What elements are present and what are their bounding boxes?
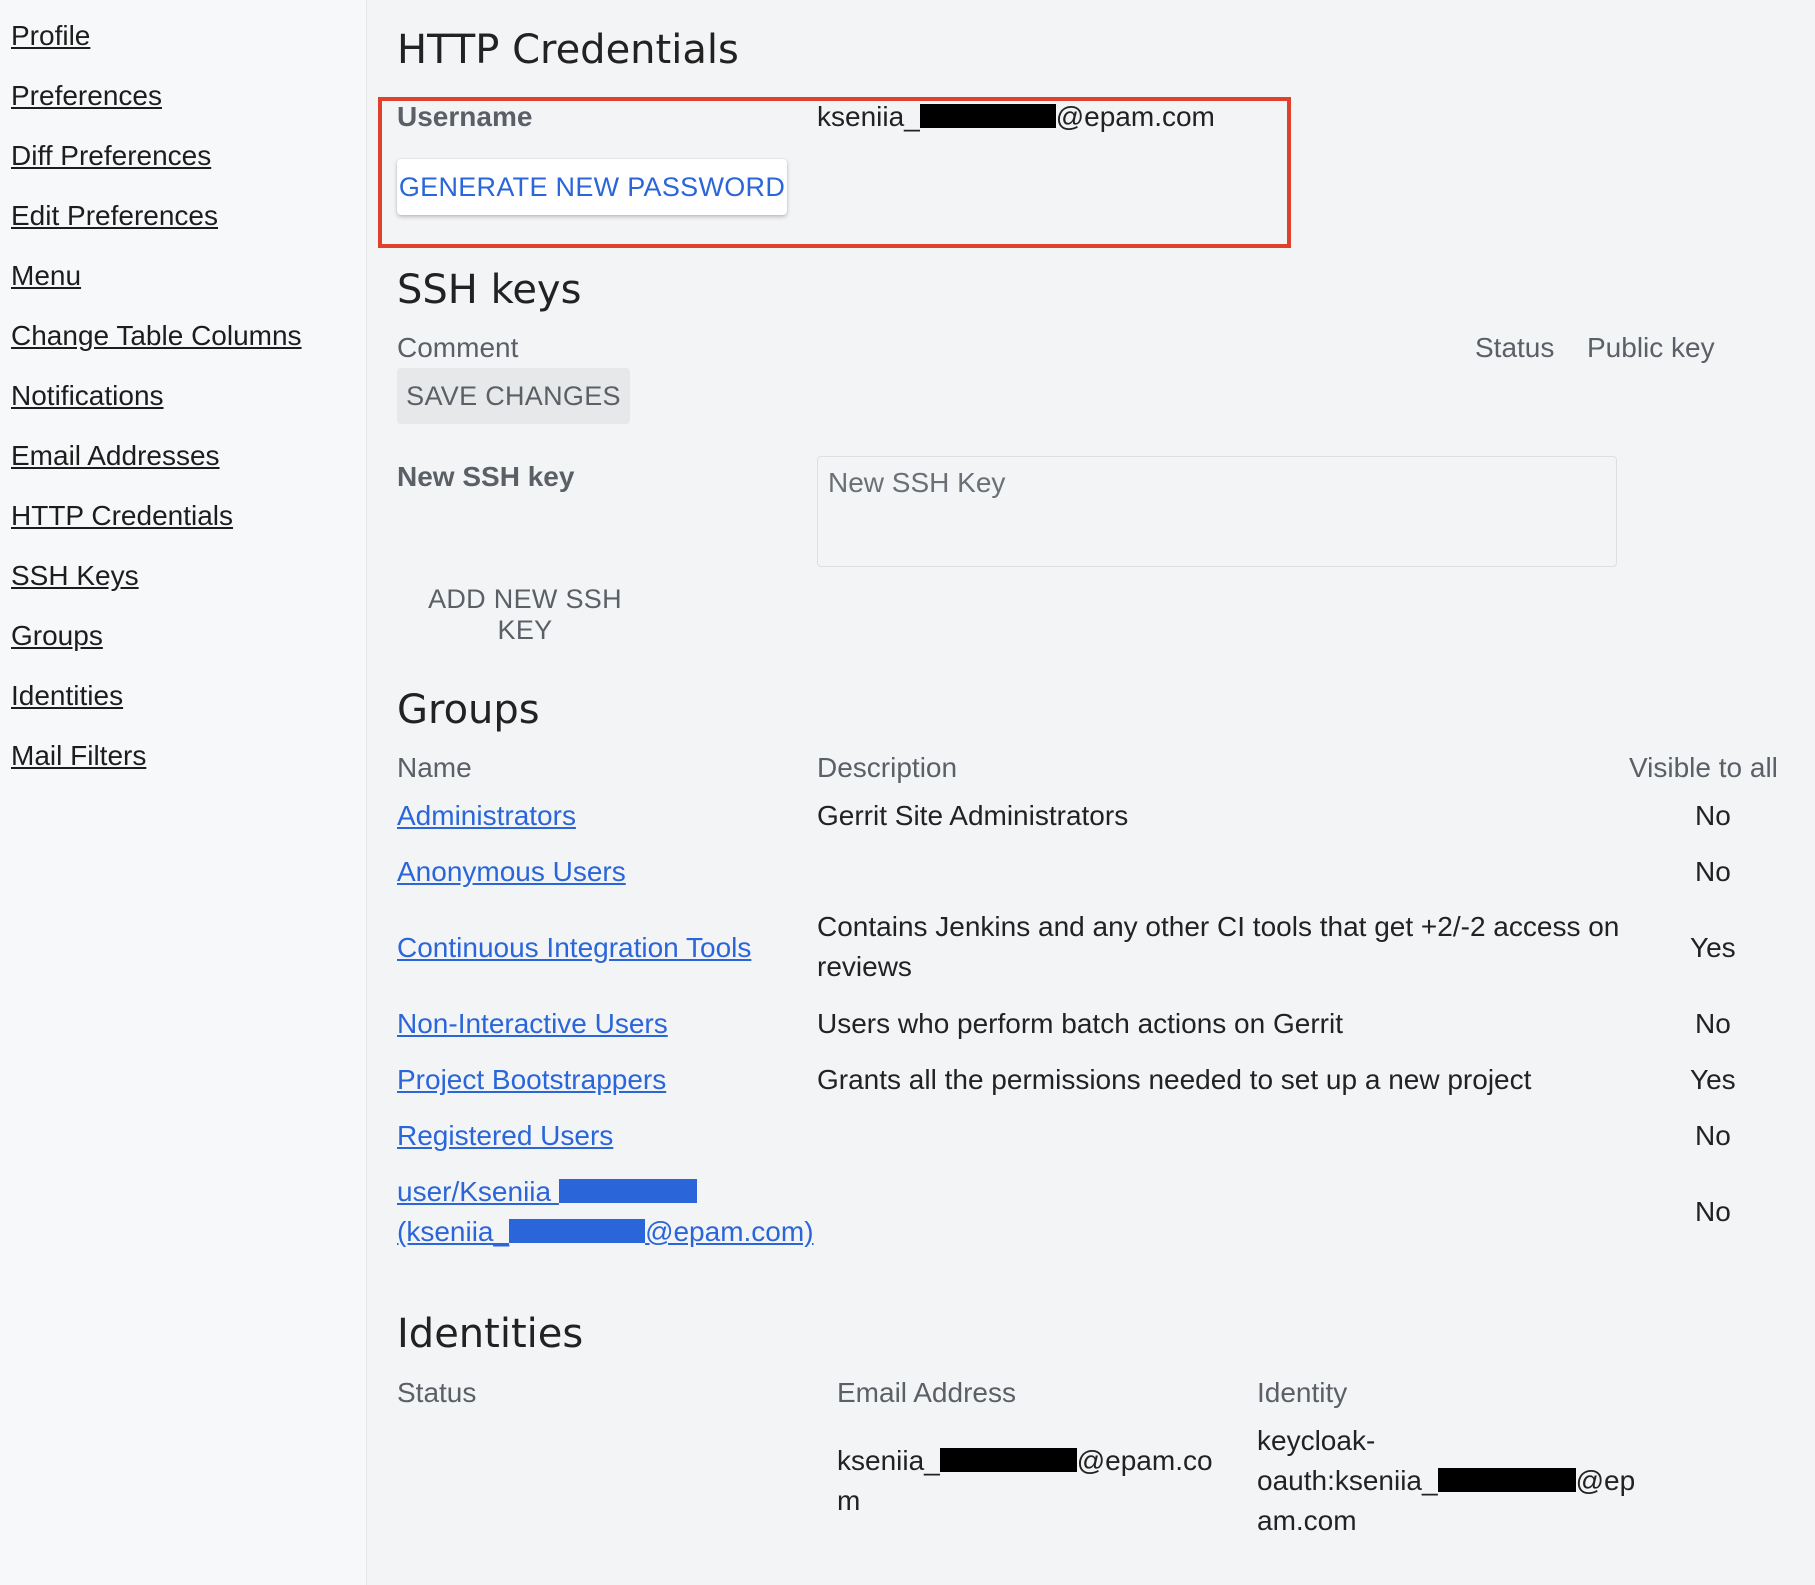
http-credentials-title: HTTP Credentials	[397, 27, 739, 73]
identities-col-identity: Identity	[1257, 1377, 1348, 1408]
identity-email-line2: m	[837, 1485, 861, 1516]
groups-col-name: Name	[397, 752, 472, 783]
group-link-administrators[interactable]: Administrators	[397, 800, 576, 832]
redaction-bar	[919, 104, 1056, 128]
redaction-bar	[939, 1448, 1077, 1472]
groups-title: Groups	[397, 687, 540, 733]
sidebar-item-ssh-keys[interactable]: SSH Keys	[11, 560, 139, 592]
identity-line1: keycloak-	[1257, 1425, 1376, 1456]
sidebar-item-profile[interactable]: Profile	[11, 20, 90, 52]
ssh-col-status: Status	[1475, 332, 1555, 363]
identity-line2-prefix: oauth:kseniia_	[1257, 1465, 1438, 1496]
sidebar-item-identities[interactable]: Identities	[11, 680, 123, 712]
group-link-non-interactive-users[interactable]: Non-Interactive Users	[397, 1008, 668, 1040]
identity-line2: oauth:kseniia_ @ep	[1257, 1465, 1635, 1497]
group-description: Gerrit Site Administrators	[817, 800, 1129, 831]
sidebar-item-preferences[interactable]: Preferences	[11, 80, 162, 112]
sidebar-item-edit-preferences[interactable]: Edit Preferences	[11, 200, 218, 232]
identity-email-prefix: kseniia_	[837, 1445, 940, 1476]
group-visible: No	[1695, 1196, 1731, 1227]
save-changes-button[interactable]: SAVE CHANGES	[397, 368, 630, 424]
ssh-keys-title: SSH keys	[397, 267, 582, 313]
group-link-line2-suffix: @epam.com)	[645, 1216, 814, 1247]
identities-col-status: Status	[397, 1377, 477, 1408]
generate-new-password-button[interactable]: GENERATE NEW PASSWORD	[397, 159, 787, 215]
username-suffix: @epam.com	[1055, 101, 1215, 132]
settings-sidebar: Profile Preferences Diff Preferences Edi…	[0, 0, 367, 1585]
group-visible: No	[1695, 1008, 1731, 1039]
groups-col-description: Description	[817, 752, 958, 783]
sidebar-item-diff-preferences[interactable]: Diff Preferences	[11, 140, 211, 172]
group-visible: No	[1695, 856, 1731, 887]
group-link-user-kseniia-email[interactable]: (kseniia_ @epam.com)	[397, 1216, 814, 1248]
redaction-bar	[1437, 1468, 1576, 1492]
group-visible: No	[1695, 1120, 1731, 1151]
identities-title: Identities	[397, 1311, 584, 1357]
identity-email-suffix: @epam.co	[1076, 1445, 1213, 1476]
group-link-continuous-integration-tools[interactable]: Continuous Integration Tools	[397, 932, 751, 964]
sidebar-item-notifications[interactable]: Notifications	[11, 380, 164, 412]
redaction-bar	[509, 1219, 646, 1243]
redaction-bar	[558, 1179, 697, 1203]
group-description: Grants all the permissions needed to set…	[817, 1064, 1532, 1095]
group-visible: Yes	[1690, 1064, 1736, 1095]
sidebar-item-http-credentials[interactable]: HTTP Credentials	[11, 500, 233, 532]
group-visible: Yes	[1690, 932, 1736, 963]
sidebar-item-mail-filters[interactable]: Mail Filters	[11, 740, 146, 772]
username-prefix: kseniia_	[817, 101, 920, 132]
group-link-registered-users[interactable]: Registered Users	[397, 1120, 613, 1152]
group-description: Users who perform batch actions on Gerri…	[817, 1008, 1343, 1039]
sidebar-item-email-addresses[interactable]: Email Addresses	[11, 440, 220, 472]
sidebar-item-menu[interactable]: Menu	[11, 260, 81, 292]
group-link-user-kseniia[interactable]: user/Kseniia	[397, 1176, 697, 1208]
identity-line2-suffix: @ep	[1575, 1465, 1636, 1496]
sidebar-item-change-table-columns[interactable]: Change Table Columns	[11, 320, 302, 352]
ssh-col-public-key: Public key	[1587, 332, 1715, 363]
identity-email-line1: kseniia_ @epam.co	[837, 1445, 1213, 1477]
username-value: kseniia_ @epam.com	[817, 101, 1215, 133]
sidebar-item-groups[interactable]: Groups	[11, 620, 103, 652]
settings-page: Profile Preferences Diff Preferences Edi…	[0, 0, 1815, 1585]
new-ssh-key-label: New SSH key	[397, 461, 575, 492]
group-description: Contains Jenkins and any other CI tools …	[817, 911, 1620, 982]
group-link-line2-prefix: (kseniia_	[397, 1216, 510, 1247]
group-visible: No	[1695, 800, 1731, 831]
group-link-anonymous-users[interactable]: Anonymous Users	[397, 856, 626, 888]
ssh-col-comment: Comment	[397, 332, 519, 363]
group-link-line1: user/Kseniia	[397, 1176, 559, 1207]
identities-col-email: Email Address	[837, 1377, 1016, 1408]
add-new-ssh-key-button[interactable]: ADD NEW SSH KEY	[397, 584, 653, 645]
identity-line3: am.com	[1257, 1505, 1357, 1536]
new-ssh-key-input[interactable]	[817, 456, 1617, 567]
group-link-project-bootstrappers[interactable]: Project Bootstrappers	[397, 1064, 666, 1096]
username-label: Username	[397, 101, 533, 132]
groups-col-visible: Visible to all	[1629, 752, 1778, 783]
